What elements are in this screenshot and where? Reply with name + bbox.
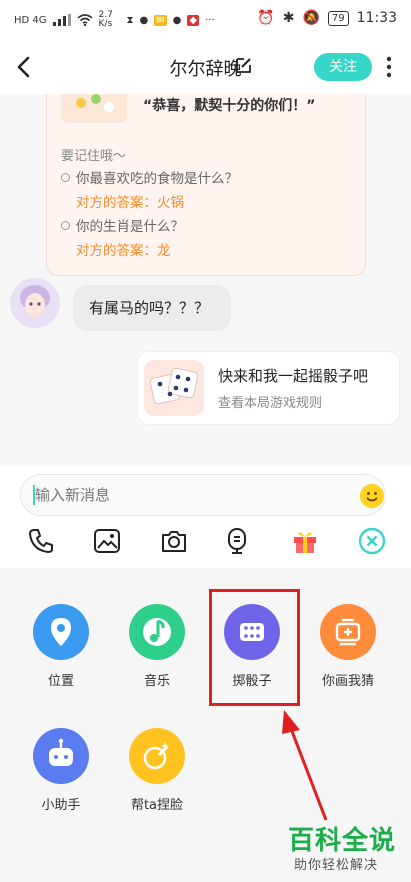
annotation-arrow-icon xyxy=(282,710,328,821)
card-question: 你的生肖是什么？ xyxy=(76,219,184,235)
app-face-edit[interactable]: 帮ta捏脸 xyxy=(112,728,202,813)
app-assistant[interactable]: 小助手 xyxy=(16,728,106,813)
card-item: 你的生肖是什么？ 对方的答案：龙 xyxy=(61,215,184,259)
draw-guess-icon xyxy=(320,604,376,660)
robot-icon xyxy=(33,728,89,784)
wifi-icon xyxy=(76,14,93,26)
input-area xyxy=(0,466,411,568)
avatar[interactable] xyxy=(10,278,60,328)
alarm-icon: ⏰ xyxy=(257,10,275,26)
card-quote: “恭喜，默契十分的你们！” xyxy=(143,98,316,114)
more-notifications-icon: ··· xyxy=(205,14,215,26)
hourglass-icon: ⧗ xyxy=(126,14,134,26)
highlight-box xyxy=(209,589,300,706)
remember-label: 要记住哦～ xyxy=(61,149,127,164)
game-title: 快来和我一起摇骰子吧 xyxy=(218,367,369,385)
text-caret xyxy=(33,485,35,505)
card-question: 你最喜欢吃的食物是什么？ xyxy=(76,171,238,187)
image-icon[interactable] xyxy=(92,526,122,556)
chat-header: 尔尔辞晚 关注 xyxy=(0,40,411,94)
card-answer: 对方的答案：火锅 xyxy=(76,195,184,211)
message-icon: ● xyxy=(172,14,182,26)
watermark-subtitle: 助你轻松解决 xyxy=(294,858,379,873)
app-draw-guess[interactable]: 你画我猜 xyxy=(303,604,393,689)
network-speed: 2.7 K/s xyxy=(98,10,113,29)
message-input[interactable] xyxy=(20,474,386,516)
face-edit-icon xyxy=(129,728,185,784)
edit-icon[interactable] xyxy=(234,55,254,75)
network-label: HD 4G xyxy=(14,14,47,26)
app-label: 位置 xyxy=(47,674,74,689)
mute-icon: 🔕 xyxy=(302,10,320,26)
battery-icon: 79 xyxy=(327,10,349,26)
plate-icon xyxy=(76,94,114,112)
status-bar: HD 4G 2.7 K/s ⧗ ● ✉ ● ◆ ··· ⏰ ✱ 🔕 79 11:… xyxy=(0,0,411,40)
dice-game-card[interactable]: 快来和我一起摇骰子吧 查看本局游戏规则 xyxy=(137,351,400,425)
mail-icon: ✉ xyxy=(154,14,167,26)
dice-icon xyxy=(149,367,199,405)
app-location[interactable]: 位置 xyxy=(16,604,106,689)
voice-icon[interactable] xyxy=(222,526,252,556)
more-icon[interactable] xyxy=(382,54,396,80)
incoming-message[interactable]: 有属马的吗？？？ xyxy=(73,285,231,331)
signal-icon xyxy=(52,14,71,26)
gift-icon[interactable] xyxy=(290,526,320,556)
close-icon[interactable] xyxy=(357,526,387,556)
dice-image xyxy=(144,360,204,416)
avatar-illustration xyxy=(10,278,60,328)
phone-icon[interactable] xyxy=(26,526,56,556)
match-result-card: “恭喜，默契十分的你们！” 要记住哦～ 你最喜欢吃的食物是什么？ 对方的答案：火… xyxy=(46,94,366,276)
card-item: 你最喜欢吃的食物是什么？ 对方的答案：火锅 xyxy=(61,167,238,211)
clock: 11:33 xyxy=(356,10,397,26)
bullet-icon xyxy=(61,172,70,182)
app-music[interactable]: 音乐 xyxy=(112,604,202,689)
app-label: 你画我猜 xyxy=(321,674,374,689)
game-rules-link[interactable]: 查看本局游戏规则 xyxy=(218,392,322,411)
app-badge-icon: ◆ xyxy=(187,14,200,26)
app-label: 音乐 xyxy=(143,674,170,689)
camera-icon[interactable] xyxy=(159,526,189,556)
follow-button[interactable]: 关注 xyxy=(314,53,372,81)
status-left: HD 4G 2.7 K/s ⧗ ● ✉ ● ◆ ··· xyxy=(14,11,215,29)
emoji-icon[interactable] xyxy=(360,484,384,508)
app-label: 小助手 xyxy=(41,798,81,813)
bullet-icon xyxy=(61,220,70,230)
location-icon xyxy=(33,604,89,660)
status-right: ⏰ ✱ 🔕 79 11:33 xyxy=(257,10,397,26)
notification-icon: ● xyxy=(139,14,149,26)
music-icon xyxy=(129,604,185,660)
app-label: 帮ta捏脸 xyxy=(130,798,184,813)
watermark-title: 百科全说 xyxy=(288,826,397,856)
food-plate-image xyxy=(61,94,127,123)
chat-area[interactable]: “恭喜，默契十分的你们！” 要记住哦～ 你最喜欢吃的食物是什么？ 对方的答案：火… xyxy=(0,94,411,466)
bluetooth-icon: ✱ xyxy=(282,10,295,26)
card-answer: 对方的答案：龙 xyxy=(76,243,171,259)
